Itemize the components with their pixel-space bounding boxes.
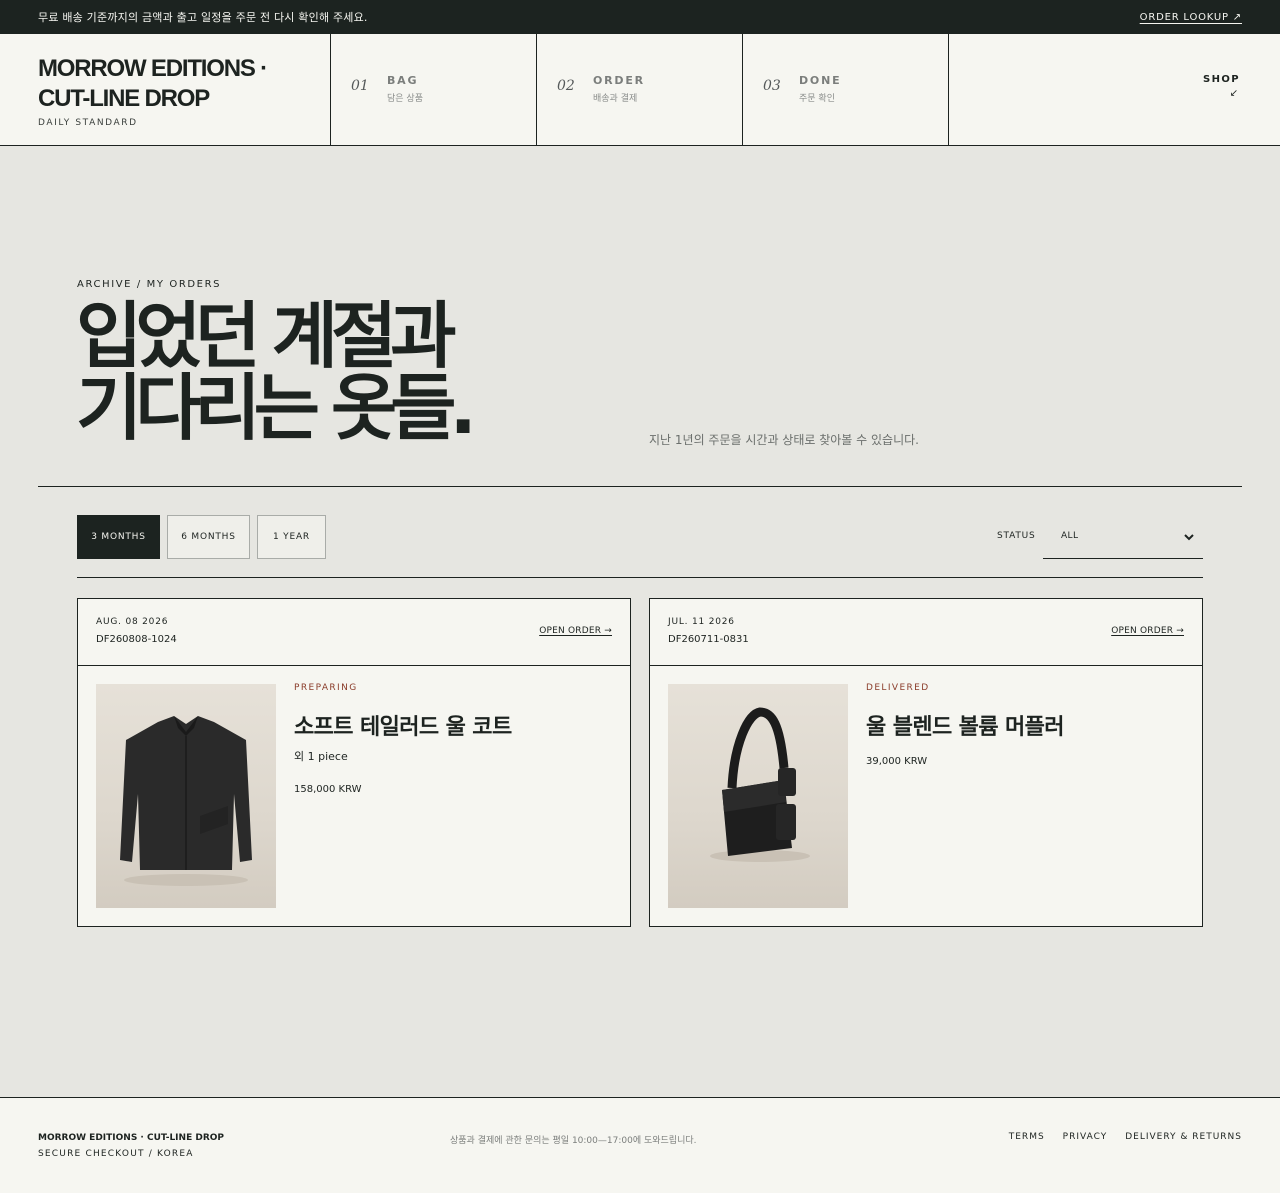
- status-select[interactable]: ALL: [1043, 516, 1203, 559]
- order-date: AUG. 08 2026: [96, 617, 169, 627]
- announcement-text: 무료 배송 기준까지의 금액과 출고 일정을 주문 전 다시 확인해 주세요.: [38, 11, 368, 24]
- shop-label: SHOP: [1202, 74, 1240, 85]
- product-name: 소프트 테일러드 울 코트: [294, 715, 512, 740]
- order-date: JUL. 11 2026: [668, 617, 735, 627]
- open-order-link[interactable]: OPEN ORDER →: [1111, 626, 1184, 636]
- step-subtitle: 배송과 결제: [593, 94, 638, 104]
- divider: [77, 577, 1203, 578]
- brand-tagline: DAILY STANDARD: [38, 118, 138, 128]
- order-lookup-link[interactable]: ORDER LOOKUP ↗: [1140, 12, 1242, 23]
- filter-1-year[interactable]: 1 YEAR: [257, 515, 326, 559]
- page-title-line2: 기다리는 옷들.: [76, 366, 477, 450]
- jacket-image[interactable]: [96, 684, 276, 908]
- step-title: DONE: [799, 74, 842, 87]
- quantity-note: 외 1 piece: [294, 750, 348, 763]
- order-card: JUL. 11 2026 DF260711-0831 OPEN ORDER → …: [649, 598, 1203, 927]
- step-bag[interactable]: 01 BAG 담은 상품: [331, 34, 537, 145]
- step-title: BAG: [387, 74, 419, 87]
- shop-link[interactable]: SHOP ↙: [1180, 34, 1240, 145]
- status-badge: DELIVERED: [866, 683, 930, 693]
- brand-block[interactable]: MORROW EDITIONS · CUT-LINE DROP DAILY ST…: [0, 34, 331, 145]
- footer-brand: MORROW EDITIONS · CUT-LINE DROP: [38, 1133, 224, 1143]
- brand-name-line1: MORROW EDITIONS ·: [38, 55, 268, 82]
- order-number: DF260808-1024: [96, 634, 177, 645]
- step-number: 03: [763, 78, 781, 94]
- page-title-line1: 입었던 계절과: [76, 294, 457, 378]
- open-order-link[interactable]: OPEN ORDER →: [539, 626, 612, 636]
- order-price: 158,000 KRW: [294, 784, 362, 795]
- footer-links: TERMS PRIVACY DELIVERY & RETURNS: [1009, 1132, 1242, 1142]
- product-name: 울 블렌드 볼륨 머플러: [866, 715, 1065, 740]
- bag-image[interactable]: [668, 684, 848, 908]
- step-subtitle: 주문 확인: [799, 94, 835, 104]
- step-done[interactable]: 03 DONE 주문 확인: [743, 34, 949, 145]
- step-number: 01: [351, 78, 369, 94]
- step-number: 02: [557, 78, 575, 94]
- header-spacer: [949, 34, 1180, 145]
- order-card: AUG. 08 2026 DF260808-1024 OPEN ORDER → …: [77, 598, 631, 927]
- chevron-down-icon: [1183, 528, 1195, 547]
- status-badge: PREPARING: [294, 683, 358, 693]
- footer-link-privacy[interactable]: PRIVACY: [1063, 1132, 1108, 1142]
- footer-subtitle: SECURE CHECKOUT / KOREA: [38, 1149, 194, 1159]
- announcement-bar: 무료 배송 기준까지의 금액과 출고 일정을 주문 전 다시 확인해 주세요. …: [0, 0, 1280, 34]
- arrow-down-left-icon: ↙: [1229, 88, 1238, 99]
- page-title: 입었던 계절과 기다리는 옷들.: [76, 294, 477, 450]
- step-subtitle: 담은 상품: [387, 94, 423, 104]
- footer-link-terms[interactable]: TERMS: [1009, 1132, 1045, 1142]
- brand-name-line2: CUT-LINE DROP: [38, 85, 210, 112]
- filter-6-months[interactable]: 6 MONTHS: [167, 515, 250, 559]
- status-label: STATUS: [997, 531, 1036, 541]
- breadcrumb: ARCHIVE / MY ORDERS: [77, 279, 222, 290]
- order-card-header: AUG. 08 2026 DF260808-1024 OPEN ORDER →: [78, 599, 630, 666]
- step-title: ORDER: [593, 74, 645, 87]
- filter-3-months[interactable]: 3 MONTHS: [77, 515, 160, 559]
- order-number: DF260711-0831: [668, 634, 749, 645]
- order-card-header: JUL. 11 2026 DF260711-0831 OPEN ORDER →: [650, 599, 1202, 666]
- page-description: 지난 1년의 주문을 시간과 상태로 찾아볼 수 있습니다.: [649, 433, 919, 447]
- footer-link-delivery[interactable]: DELIVERY & RETURNS: [1125, 1132, 1242, 1142]
- brand-name: MORROW EDITIONS · CUT-LINE DROP: [38, 54, 298, 114]
- site-header: MORROW EDITIONS · CUT-LINE DROP DAILY ST…: [0, 34, 1280, 146]
- footer-note: 상품과 결제에 관한 문의는 평일 10:00—17:00에 도와드립니다.: [450, 1136, 697, 1146]
- step-order[interactable]: 02 ORDER 배송과 결제: [537, 34, 743, 145]
- site-footer: MORROW EDITIONS · CUT-LINE DROP SECURE C…: [0, 1097, 1280, 1193]
- status-select-value: ALL: [1061, 530, 1079, 541]
- period-filters: 3 MONTHS 6 MONTHS 1 YEAR: [77, 515, 326, 559]
- order-price: 39,000 KRW: [866, 756, 928, 767]
- divider: [38, 486, 1242, 487]
